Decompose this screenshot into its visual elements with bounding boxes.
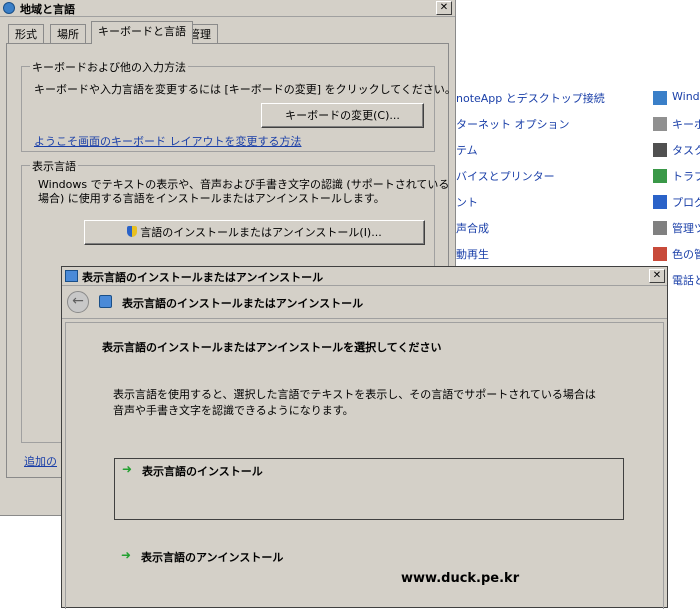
tab-formats[interactable]: 形式 xyxy=(8,24,44,43)
control-panel-item-icon xyxy=(653,91,667,105)
control-panel-background: noteApp とデスクトップ接続 ターネット オプション テムバイスとプリンターン… xyxy=(456,0,700,287)
dialog-title-bar[interactable]: 地域と言語 ✕ xyxy=(0,0,455,17)
watermark: www.duck.pe.kr xyxy=(401,571,520,586)
uninstall-display-language-option[interactable]: ➜ 表示言語のアンインストール xyxy=(114,545,624,571)
tab-keyboards-languages[interactable]: キーボードと言語 xyxy=(91,21,193,44)
control-panel-item[interactable]: バイスとプリンター xyxy=(456,168,555,184)
control-panel-item[interactable]: キーボ xyxy=(672,116,700,132)
install-option-label: 表示言語のインストール xyxy=(142,465,263,478)
additional-settings-link[interactable]: 追加の xyxy=(24,453,57,469)
control-panel-item[interactable]: Windo xyxy=(672,90,700,103)
display-language-group-title: 表示言語 xyxy=(30,158,78,174)
control-panel-item-icon xyxy=(653,195,667,209)
back-arrow-icon[interactable]: ← xyxy=(67,291,89,313)
keyboard-group-title: キーボードおよび他の入力方法 xyxy=(30,59,188,75)
control-panel-item[interactable]: 声合成 xyxy=(456,220,489,236)
change-keyboards-button[interactable]: キーボードの変更(C)... xyxy=(261,103,424,128)
control-panel-item[interactable]: 電話と xyxy=(672,272,700,288)
wizard-desc-2: 音声や手書き文字を認識できるようになります。 xyxy=(113,404,354,417)
globe-icon xyxy=(3,2,15,14)
control-panel-item[interactable]: トラブ xyxy=(672,168,700,184)
wizard-header-title: 表示言語のインストールまたはアンインストール xyxy=(122,297,364,310)
control-panel-item[interactable]: テム xyxy=(456,142,478,158)
shield-icon xyxy=(127,226,138,237)
language-icon xyxy=(99,295,112,308)
language-icon xyxy=(65,270,78,282)
control-panel-item[interactable]: 色の管 xyxy=(672,246,700,262)
welcome-screen-keyboard-link[interactable]: ようこそ画面のキーボード レイアウトを変更する方法 xyxy=(34,133,302,149)
wizard-header: ← 表示言語のインストールまたはアンインストール xyxy=(62,286,667,319)
green-arrow-icon: ➜ xyxy=(122,462,133,476)
install-display-language-option[interactable]: ➜ 表示言語のインストール xyxy=(114,458,624,520)
control-panel-item-icon xyxy=(653,143,667,157)
display-language-desc-2: 場合) に使用する言語をインストールまたはアンインストールします。 xyxy=(38,192,385,205)
control-panel-item-icon xyxy=(653,221,667,235)
wizard-body: 表示言語のインストールまたはアンインストールを選択してください 表示言語を使用す… xyxy=(65,322,664,609)
control-panel-item-icon xyxy=(653,247,667,261)
dialog-title: 地域と言語 xyxy=(20,3,75,16)
close-icon[interactable]: ✕ xyxy=(649,269,665,283)
control-panel-item[interactable]: 管理ツ xyxy=(672,220,700,236)
install-uninstall-languages-label: 言語のインストールまたはアンインストール(I)... xyxy=(140,226,382,239)
uninstall-option-label: 表示言語のアンインストール xyxy=(141,551,284,564)
control-panel-item[interactable]: ターネット オプション xyxy=(456,116,570,132)
control-panel-item[interactable]: タスク xyxy=(672,142,700,158)
wizard-heading: 表示言語のインストールまたはアンインストールを選択してください xyxy=(102,341,442,354)
install-uninstall-languages-button[interactable]: 言語のインストールまたはアンインストール(I)... xyxy=(84,220,425,245)
control-panel-item[interactable]: noteApp とデスクトップ接続 xyxy=(456,90,605,106)
control-panel-item-icon xyxy=(653,117,667,131)
tab-location[interactable]: 場所 xyxy=(50,24,86,43)
install-display-language-wizard: 表示言語のインストールまたはアンインストール ✕ ← 表示言語のインストールまた… xyxy=(61,266,668,609)
wizard-title: 表示言語のインストールまたはアンインストール xyxy=(82,271,324,284)
green-arrow-icon: ➜ xyxy=(121,548,132,562)
control-panel-item[interactable]: ント xyxy=(456,194,478,210)
close-icon[interactable]: ✕ xyxy=(436,1,452,15)
wizard-desc-1: 表示言語を使用すると、選択した言語でテキストを表示し、その言語でサポートされてい… xyxy=(113,388,596,401)
control-panel-item[interactable]: 動再生 xyxy=(456,246,489,262)
keyboard-group-desc: キーボードや入力言語を変更するには [キーボードの変更] をクリックしてください… xyxy=(34,83,456,96)
control-panel-item-icon xyxy=(653,169,667,183)
control-panel-item[interactable]: プログ xyxy=(672,194,700,210)
wizard-title-bar[interactable]: 表示言語のインストールまたはアンインストール ✕ xyxy=(62,267,667,286)
